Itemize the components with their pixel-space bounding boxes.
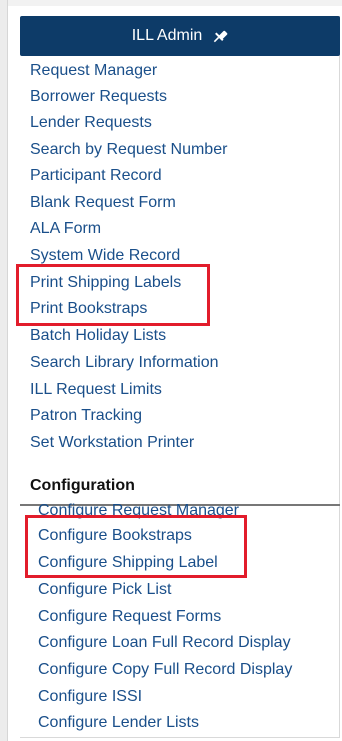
menu-item-lender-requests[interactable]: Lender Requests xyxy=(30,114,152,132)
ill-admin-panel: ILL Admin Request Manager Borrower Reque… xyxy=(20,16,340,738)
menu-item-ill-request-limits[interactable]: ILL Request Limits xyxy=(30,381,162,399)
menu-item-borrower-requests[interactable]: Borrower Requests xyxy=(30,88,167,106)
menu-item-ala-form[interactable]: ALA Form xyxy=(30,220,101,238)
menu-item-search-library-information[interactable]: Search Library Information xyxy=(30,354,219,372)
config-item-pick-list[interactable]: Configure Pick List xyxy=(38,581,171,599)
config-item-copy-full-record-display[interactable]: Configure Copy Full Record Display xyxy=(38,661,292,679)
panel-title: ILL Admin xyxy=(131,27,203,44)
menu-item-batch-holiday-lists[interactable]: Batch Holiday Lists xyxy=(30,327,166,345)
menu-item-set-workstation-printer[interactable]: Set Workstation Printer xyxy=(30,434,194,452)
pin-icon[interactable] xyxy=(212,28,228,44)
left-rail xyxy=(0,0,8,741)
menu-item-blank-request-form[interactable]: Blank Request Form xyxy=(30,194,176,212)
config-item-request-forms[interactable]: Configure Request Forms xyxy=(38,608,221,626)
highlight-box-print-items xyxy=(16,264,210,326)
config-item-issi[interactable]: Configure ISSI xyxy=(38,688,142,706)
config-item-loan-full-record-display[interactable]: Configure Loan Full Record Display xyxy=(38,634,291,652)
panel-header: ILL Admin xyxy=(20,16,340,56)
menu-item-participant-record[interactable]: Participant Record xyxy=(30,167,162,185)
menu-item-search-by-request-number[interactable]: Search by Request Number xyxy=(30,141,227,159)
configuration-heading: Configuration xyxy=(30,477,135,494)
highlight-box-configure-items xyxy=(25,515,247,578)
config-item-lender-lists[interactable]: Configure Lender Lists xyxy=(38,714,199,732)
menu-item-system-wide-record[interactable]: System Wide Record xyxy=(30,247,180,265)
top-edge xyxy=(8,0,342,6)
menu-item-request-manager[interactable]: Request Manager xyxy=(30,62,157,80)
menu-item-patron-tracking[interactable]: Patron Tracking xyxy=(30,407,142,425)
